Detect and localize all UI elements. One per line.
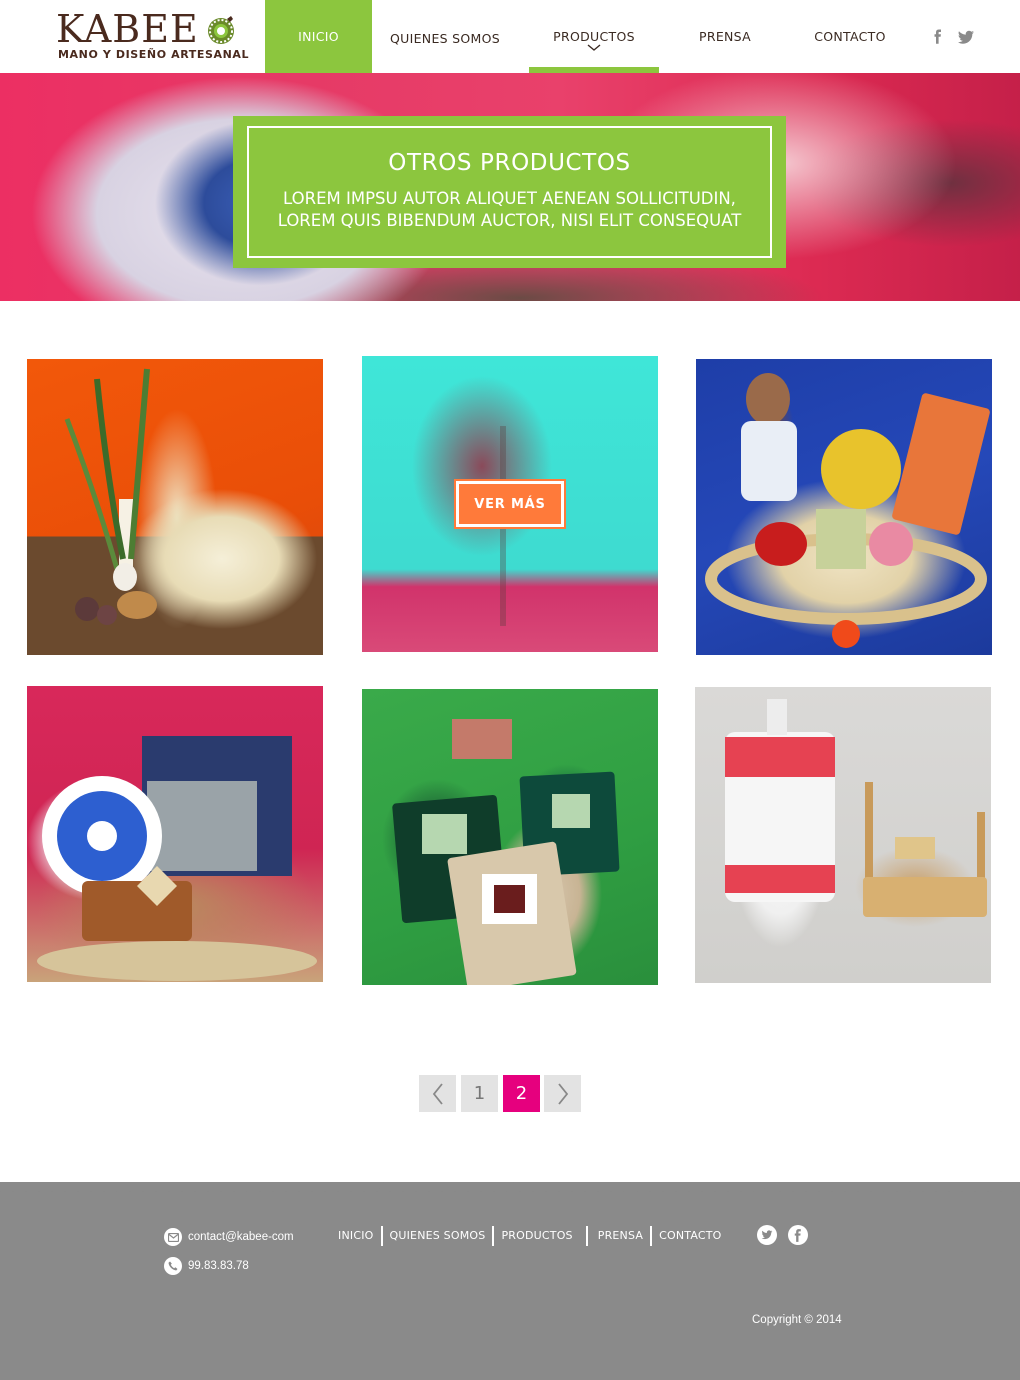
logo-tagline: MANO Y DISEÑO ARTESANAL (58, 48, 250, 61)
nav-prensa-label: PRENSA (699, 29, 751, 44)
hero-subtitle-line-1: LOREM IMPSU AUTOR ALIQUET AENEAN SOLLICI… (283, 189, 736, 208)
product-tile-doll-basket[interactable] (696, 359, 992, 655)
product-photo-embroidered-basket (37, 736, 317, 981)
nav-quienes-somos[interactable]: QUIENES SOMOS (380, 2, 510, 75)
footer-twitter-icon[interactable] (757, 1225, 777, 1245)
pagination-next-button[interactable] (544, 1075, 581, 1112)
nav-inicio-label: INICIO (298, 29, 339, 44)
product-tile-embroidered-basket[interactable] (27, 686, 323, 982)
hero-box-border: OTROS PRODUCTOS LOREM IMPSU AUTOR ALIQUE… (247, 126, 772, 258)
pagination-page-2[interactable]: 2 (503, 1075, 540, 1112)
nav-contacto[interactable]: CONTACTO (795, 0, 905, 73)
nav-inicio[interactable]: INICIO (265, 0, 372, 73)
chevron-right-icon (557, 1082, 568, 1105)
footer-facebook-icon[interactable] (788, 1225, 808, 1245)
footer-email-text: contact@kabee-com (188, 1231, 294, 1243)
footer-nav-inicio[interactable]: INICIO (338, 1226, 381, 1246)
footer-nav: INICIO QUIENES SOMOS PRODUCTOS PRENSA CO… (338, 1226, 729, 1246)
product-tile-hover[interactable]: VER MÁS (362, 356, 658, 652)
chevron-down-icon (587, 44, 601, 51)
twitter-icon[interactable] (957, 28, 975, 46)
nav-contacto-label: CONTACTO (814, 29, 886, 44)
facebook-icon[interactable] (929, 28, 947, 46)
product-tile-altar[interactable] (27, 359, 323, 655)
footer-zigzag-edge (0, 1182, 1020, 1192)
nav-prensa[interactable]: PRENSA (670, 0, 780, 73)
copyright-text: Copyright © 2014 (752, 1314, 842, 1326)
nav-quienes-somos-label: QUIENES SOMOS (390, 31, 500, 46)
footer-email[interactable]: contact@kabee-com (164, 1228, 294, 1246)
footer-nav-prensa[interactable]: PRENSA (588, 1226, 650, 1246)
site-header: KABEE MANO Y DISEÑO ARTESANAL INICIO QUI… (0, 0, 1020, 73)
product-photo-bottle-hammock (725, 699, 987, 917)
logo-wordmark: KABEE (56, 7, 199, 51)
hero-subtitle-line-2: LOREM QUIS BIBENDUM AUCTOR, NISI ELIT CO… (277, 211, 742, 230)
email-icon (164, 1228, 182, 1246)
footer-phone[interactable]: 99.83.83.78 (164, 1257, 249, 1275)
hero-banner: OTROS PRODUCTOS LOREM IMPSU AUTOR ALIQUE… (0, 73, 1020, 301)
footer-nav-quienes-somos[interactable]: QUIENES SOMOS (383, 1226, 493, 1246)
hero-subtitle: LOREM IMPSU AUTOR ALIQUET AENEAN SOLLICI… (259, 188, 760, 232)
footer-nav-productos[interactable]: PRODUCTOS (494, 1226, 579, 1246)
ver-mas-button[interactable]: VER MÁS (454, 479, 566, 529)
site-footer (0, 1182, 1020, 1380)
chevron-left-icon (432, 1082, 443, 1105)
phone-icon (164, 1257, 182, 1275)
product-tile-bottle-hammock[interactable] (695, 687, 991, 983)
footer-nav-contacto[interactable]: CONTACTO (652, 1226, 728, 1246)
product-photo-notebooks (392, 719, 620, 985)
pagination-prev-button[interactable] (419, 1075, 456, 1112)
product-photo-altar (64, 368, 157, 625)
product-tile-notebooks[interactable] (362, 689, 658, 985)
logo[interactable]: KABEE MANO Y DISEÑO ARTESANAL (56, 7, 250, 68)
footer-phone-text: 99.83.83.78 (188, 1260, 249, 1272)
nav-productos[interactable]: PRODUCTOS (529, 0, 659, 73)
nav-productos-label: PRODUCTOS (553, 29, 635, 44)
hero-box: OTROS PRODUCTOS LOREM IMPSU AUTOR ALIQUE… (233, 116, 786, 268)
hero-title: OTROS PRODUCTOS (388, 150, 631, 176)
product-photo-doll-basket (705, 373, 990, 648)
pagination-page-1[interactable]: 1 (461, 1075, 498, 1112)
flower-logo-icon (208, 16, 234, 44)
